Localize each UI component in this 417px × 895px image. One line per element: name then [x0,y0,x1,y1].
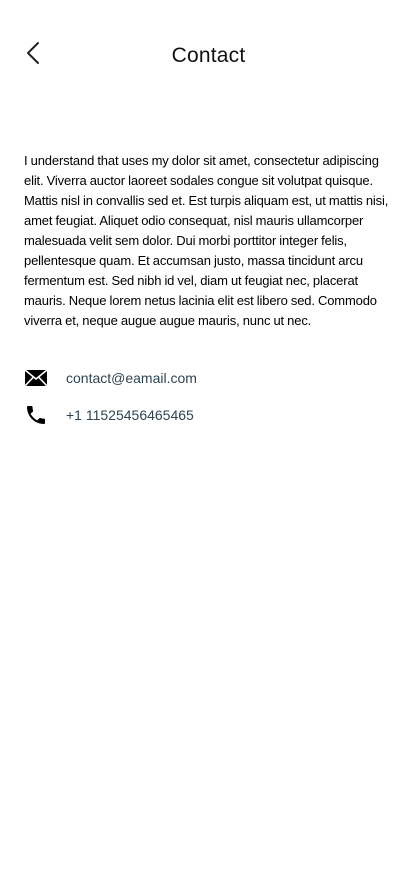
contact-description: I understand that uses my dolor sit amet… [24,153,389,328]
email-address: contact@eamail.com [66,370,197,386]
phone-contact[interactable]: +1 11525456465465 [24,402,194,428]
phone-number: +1 11525456465465 [66,407,194,423]
envelope-icon [24,365,54,391]
email-contact[interactable]: contact@eamail.com [24,365,197,391]
page-title: Contact [171,44,246,67]
phone-icon [24,402,54,428]
header: Contact [0,0,417,100]
